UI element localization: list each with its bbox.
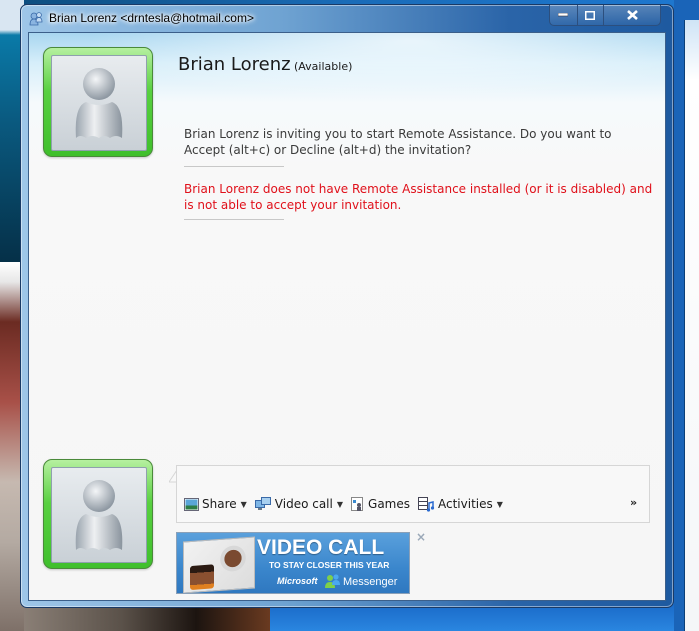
picture-icon [184,497,199,511]
background-window-right [674,0,699,631]
share-button[interactable]: Share ▼ [184,497,247,511]
my-avatar[interactable] [43,459,153,569]
games-icon [351,496,364,511]
minimize-button[interactable] [550,5,578,25]
caption-buttons [549,5,661,26]
messenger-icon [28,11,44,27]
message-input[interactable] [176,465,650,523]
chevron-down-icon: ▼ [496,499,503,509]
window-title: Brian Lorenz <drntesla@hotmail.com> [49,11,254,25]
minimize-icon [558,13,569,17]
conversation-area: Brian Lorenz (Available) Brian Lorenz is… [28,32,666,601]
ad-product: Messenger [343,576,398,588]
video-call-button[interactable]: Video call ▼ [254,497,344,511]
activities-button[interactable]: Activities ▼ [418,496,503,512]
remote-assistance-invite-message: Brian Lorenz is inviting you to start Re… [184,127,612,157]
chevron-down-icon: ▼ [336,499,344,509]
games-button[interactable]: Games [351,496,410,512]
advertisement-banner[interactable]: VIDEO CALL TO STAY CLOSER THIS YEAR Micr… [176,532,410,594]
person-icon [75,480,123,550]
ad-photo [183,536,255,593]
person-icon [75,68,123,138]
maximize-button[interactable] [578,5,605,25]
messenger-logo-icon [325,574,340,588]
contact-status: (Available) [294,60,353,73]
maximize-icon [585,10,596,20]
close-button[interactable] [604,5,660,25]
more-options-button[interactable]: » [630,496,637,509]
title-bar[interactable]: Brian Lorenz <drntesla@hotmail.com> [21,5,673,31]
ad-brand: Microsoft [277,576,318,586]
background-photo-bottom [24,604,270,631]
ad-subtitle: TO STAY CLOSER THIS YEAR [269,560,390,570]
desktop-background [270,604,699,631]
chevron-down-icon: ▼ [240,499,247,509]
video-call-icon [254,497,271,510]
share-label: Share [202,497,237,511]
activities-icon [418,496,435,512]
close-ad-button[interactable]: × [416,530,426,544]
games-label: Games [368,497,410,511]
activities-label: Activities [438,497,493,511]
message-divider [184,219,284,220]
contact-avatar[interactable] [43,47,153,157]
remote-assistance-error-message: Brian Lorenz does not have Remote Assist… [184,182,653,212]
close-icon [626,10,638,20]
conversation-window: Brian Lorenz <drntesla@hotmail.com> Bria… [20,4,674,608]
ad-title: VIDEO CALL [257,536,385,559]
compose-toolbar: Share ▼ Video call ▼ Games Activities ▼ [184,495,511,513]
video-call-label: Video call [274,497,333,511]
contact-name: Brian Lorenz [178,54,291,75]
message-divider [184,166,284,167]
